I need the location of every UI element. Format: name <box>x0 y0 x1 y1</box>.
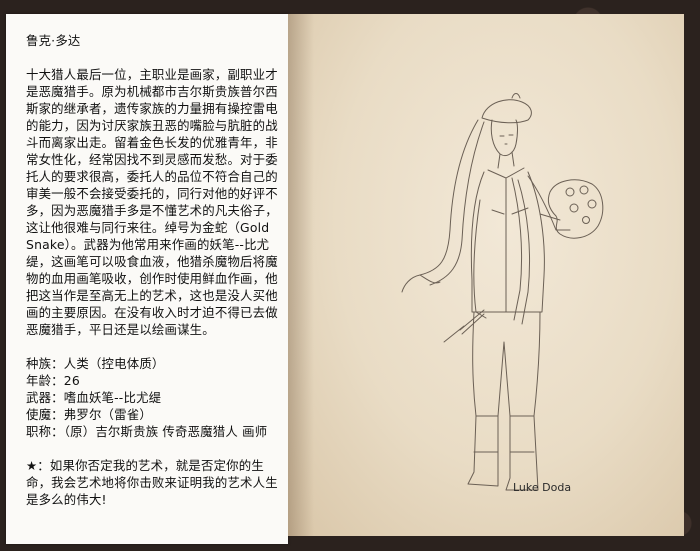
character-quote: ★：如果你否定我的艺术，就是否定你的生命，我会艺术地将你击败来证明我的艺术人生是… <box>26 458 278 507</box>
stat-title: 职称：（原）吉尔斯贵族 传奇恶魔猎人 画师 <box>26 424 268 439</box>
character-sketch <box>401 93 604 491</box>
artist-signature: Luke Doda <box>513 481 572 494</box>
stat-familiar: 使魔：弗罗尔（雷雀） <box>26 407 152 422</box>
stat-age: 年龄：26 <box>26 373 80 388</box>
character-name: 鲁克·多达 <box>26 33 81 48</box>
stat-race: 种族：人类（控电体质） <box>26 356 165 371</box>
character-profile: 鲁克·多达 十大猎人最后一位，主职业是画家，副职业才是恶魔猎手。原为机械都市吉尔… <box>26 32 286 508</box>
left-page: 鲁克·多达 十大猎人最后一位，主职业是画家，副职业才是恶魔猎手。原为机械都市吉尔… <box>6 14 288 544</box>
stat-weapon: 武器：嗜血妖笔--比尤缇 <box>26 390 162 405</box>
page-gutter <box>288 14 314 536</box>
character-bio: 十大猎人最后一位，主职业是画家，副职业才是恶魔猎手。原为机械都市吉尔斯贵族普尔西… <box>26 67 278 337</box>
